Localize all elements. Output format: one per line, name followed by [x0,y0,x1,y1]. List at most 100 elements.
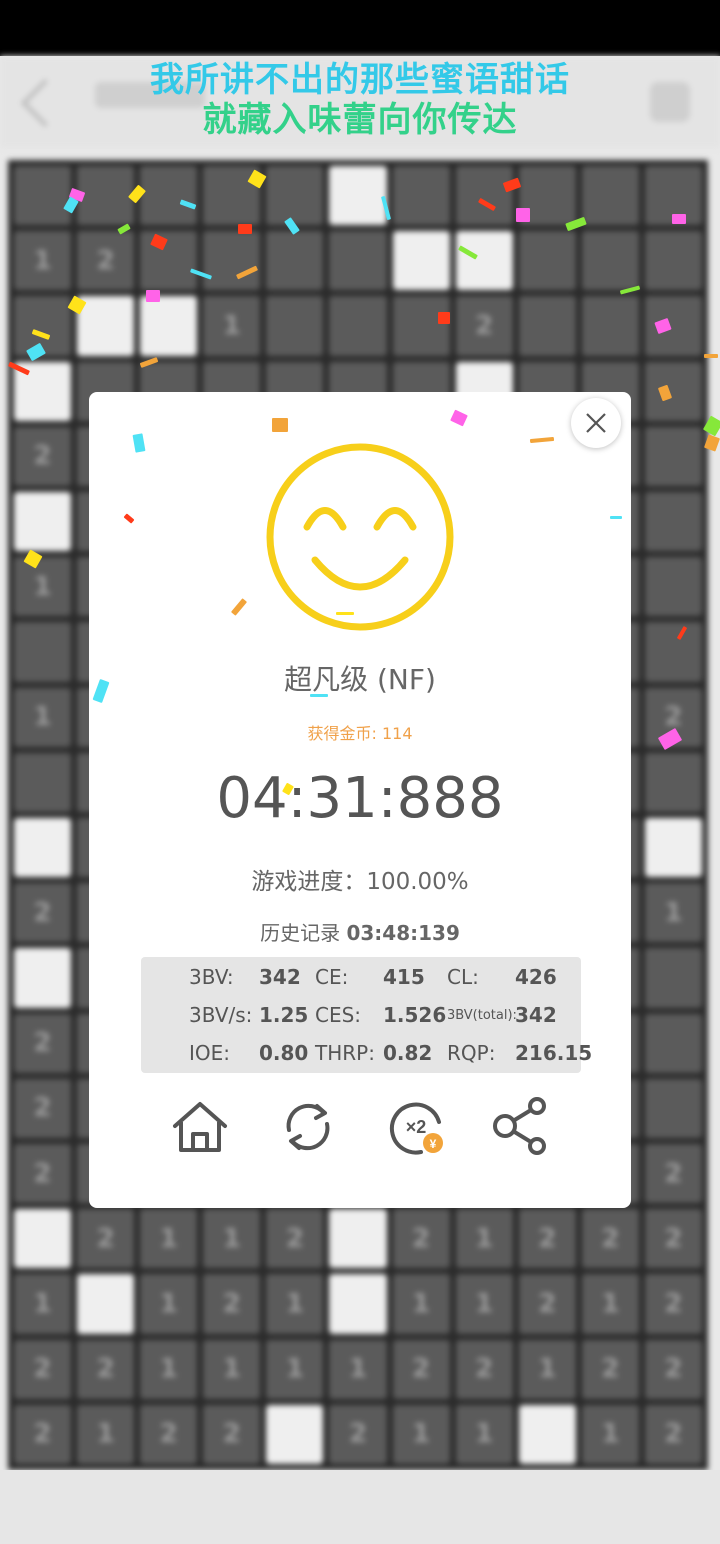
board-cell: 2 [581,1209,639,1269]
board-cell: 2 [392,1339,450,1399]
board-cell [14,948,72,1008]
stat-label: IOE: [189,1041,231,1065]
board-cell [203,231,261,291]
stat-value: 1.526 [383,1003,447,1027]
board-cell: 1 [14,231,72,291]
board-cell [644,426,702,486]
board-cell [644,752,702,812]
stat-value: 415 [383,965,425,989]
board-cell [329,296,387,356]
board-cell [14,818,72,878]
board-cell: 1 [140,1274,198,1334]
board-cell [644,557,702,617]
board-cell: 2 [392,1209,450,1269]
close-button[interactable] [571,398,621,448]
board-cell [266,296,324,356]
stat-label: CES: [315,1003,362,1027]
board-cell [581,231,639,291]
board-cell: 2 [14,1144,72,1204]
board-cell: 2 [644,1339,702,1399]
board-cell [644,492,702,552]
board-cell [77,296,135,356]
close-icon [586,413,606,433]
board-cell: 1 [203,1339,261,1399]
board-cell: 2 [14,1339,72,1399]
board-cell: 2 [14,883,72,943]
board-cell: 2 [77,1339,135,1399]
board-cell: 2 [14,426,72,486]
confetti-piece [146,290,160,302]
smiley-icon [266,443,454,631]
board-cell [329,1274,387,1334]
lyric-line-2: 就藏入味蕾向你传达 [202,100,518,140]
board-cell: 1 [329,1339,387,1399]
board-cell: 1 [14,557,72,617]
result-dialog: 超凡级 (NF) 获得金币: 114 04:31:888 游戏进度：100.00… [89,392,631,1208]
board-cell [392,166,450,226]
double-coins-icon: ×2 ¥ [389,1102,443,1155]
board-cell: 1 [140,1209,198,1269]
board-cell: 2 [14,1013,72,1073]
board-cell [644,231,702,291]
lyric-line-1: 我所讲不出的那些蜜语甜话 [150,60,570,100]
board-cell [329,166,387,226]
stat-value: 342 [515,1003,557,1027]
confetti-piece [704,354,718,358]
board-cell [644,1013,702,1073]
board-cell [644,948,702,1008]
board-cell: 2 [14,1404,72,1464]
board-cell: 2 [644,1404,702,1464]
stat-label: CE: [315,965,349,989]
board-cell: 2 [140,1404,198,1464]
share-button[interactable] [489,1092,559,1162]
home-button[interactable] [165,1092,235,1162]
coin-symbol: ¥ [430,1137,437,1151]
confetti-piece [438,312,450,324]
confetti-piece [310,694,328,697]
board-cell: 2 [77,1209,135,1269]
board-cell: 2 [329,1404,387,1464]
board-cell [644,361,702,421]
stat-value: 216.15 [515,1041,593,1065]
board-cell [77,1274,135,1334]
board-cell: 1 [455,1274,513,1334]
board-cell: 2 [203,1274,261,1334]
stat-value: 0.80 [259,1041,309,1065]
board-cell [392,296,450,356]
stat-value: 1.25 [259,1003,309,1027]
board-cell [140,231,198,291]
confetti-piece [516,208,530,222]
stat-value: 342 [259,965,301,989]
stat-label: 3BV(total): [447,1008,517,1023]
board-cell [644,296,702,356]
double-coins-button[interactable]: ×2 ¥ [381,1092,451,1162]
confetti-piece [336,612,354,615]
board-cell [14,166,72,226]
board-cell: 2 [77,231,135,291]
stat-value: 426 [515,965,557,989]
board-cell [329,1209,387,1269]
board-cell: 1 [203,296,261,356]
board-cell [518,296,576,356]
board-cell [266,231,324,291]
board-cell: 1 [581,1404,639,1464]
refresh-icon [286,1103,330,1151]
stat-label: RQP: [447,1041,496,1065]
board-cell [644,622,702,682]
board-cell [455,166,513,226]
board-cell: 2 [644,1209,702,1269]
share-icon [493,1097,546,1155]
confetti-piece [672,214,686,224]
board-cell [518,1404,576,1464]
restart-button[interactable] [273,1092,343,1162]
coins-earned: 获得金币: 114 [307,724,413,743]
stat-label: 3BV/s: [189,1003,253,1027]
game-time: 04:31:888 [216,766,504,831]
board-cell: 2 [581,1339,639,1399]
stat-label: THRP: [315,1041,375,1065]
board-cell: 2 [14,1078,72,1138]
stat-value: 0.82 [383,1041,433,1065]
board-cell: 2 [644,1274,702,1334]
board-cell [266,1404,324,1464]
board-cell: 1 [77,1404,135,1464]
